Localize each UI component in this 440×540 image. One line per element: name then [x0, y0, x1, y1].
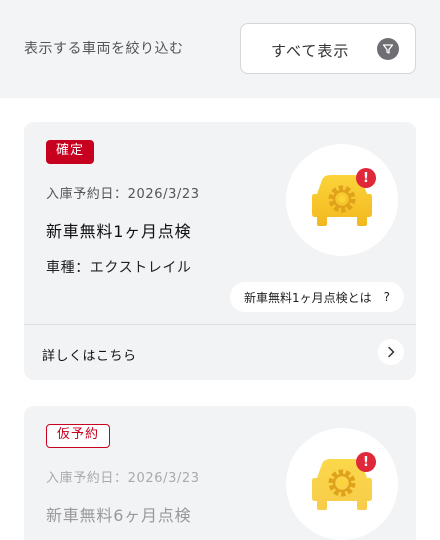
- vehicle-model: 車種：エクストレイル: [46, 260, 192, 276]
- service-icon-circle: !: [286, 428, 398, 540]
- details-label: 詳しくはこちら: [42, 349, 137, 364]
- service-icon-circle: !: [286, 144, 398, 256]
- filter-label: 表示する車両を絞り込む: [24, 41, 184, 57]
- reservation-card: 仮予約 入庫予約日：2026/3/23 新車無料6ヶ月点検 !: [24, 406, 416, 540]
- filter-selected-value: すべて表示: [271, 42, 350, 60]
- service-title: 新車無料6ヶ月点検: [46, 506, 192, 525]
- vehicle-filter-select[interactable]: すべて表示: [240, 23, 416, 74]
- service-title: 新車無料1ヶ月点検: [46, 222, 192, 241]
- details-link[interactable]: 詳しくはこちら: [24, 324, 416, 380]
- question-icon: ?: [383, 290, 390, 304]
- chevron-right-icon: [378, 339, 404, 365]
- reservation-date: 入庫予約日：2026/3/23: [46, 471, 200, 486]
- reservation-list: 確定 入庫予約日：2026/3/23 新車無料1ヶ月点検 車種：エクストレイル: [0, 98, 440, 540]
- filter-bar: 表示する車両を絞り込む すべて表示: [0, 0, 440, 98]
- service-info-button[interactable]: 新車無料1ヶ月点検とは ?: [229, 282, 404, 312]
- alert-badge-icon: !: [356, 452, 376, 472]
- service-info-label: 新車無料1ヶ月点検とは: [243, 290, 372, 305]
- reservation-card: 確定 入庫予約日：2026/3/23 新車無料1ヶ月点検 車種：エクストレイル: [24, 122, 416, 380]
- alert-badge-icon: !: [356, 168, 376, 188]
- status-badge: 仮予約: [46, 424, 111, 448]
- car-maintenance-icon: [312, 175, 372, 226]
- car-maintenance-icon: [312, 459, 372, 510]
- filter-icon: [377, 38, 399, 60]
- status-badge: 確定: [46, 140, 95, 164]
- reservation-date: 入庫予約日：2026/3/23: [46, 187, 200, 202]
